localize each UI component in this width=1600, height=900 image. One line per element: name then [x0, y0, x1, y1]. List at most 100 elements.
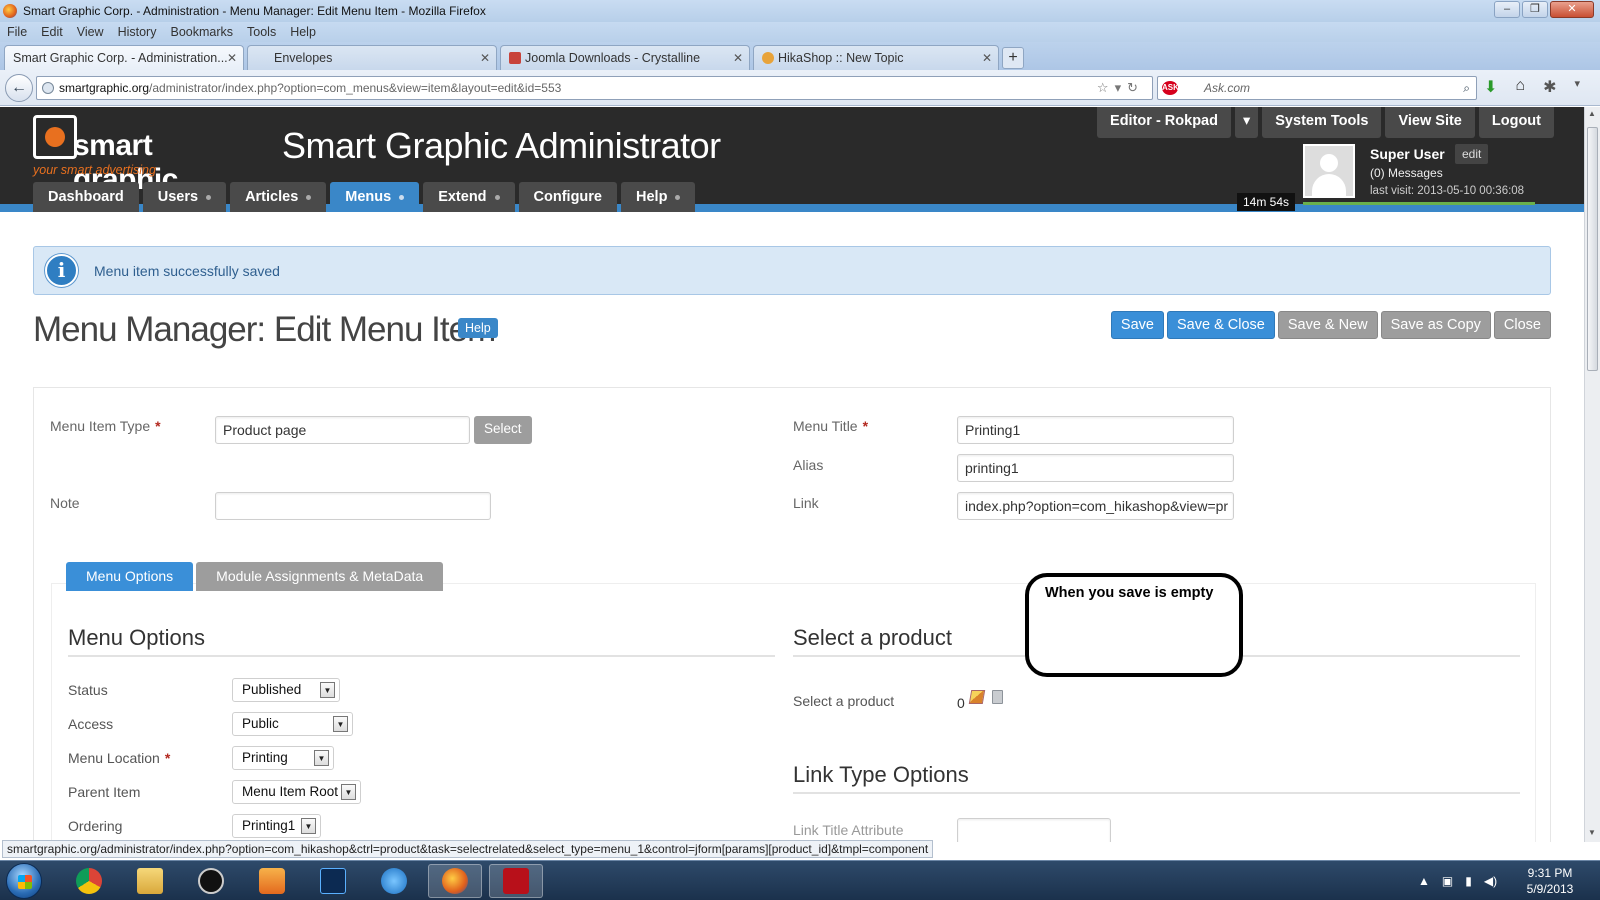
required-mark: *: [164, 750, 171, 766]
editor-dropdown-caret-icon[interactable]: ▾: [1234, 107, 1259, 138]
dropdown-arrow-icon[interactable]: ▾: [1115, 80, 1128, 95]
tray-device-icon[interactable]: ▣: [1442, 874, 1453, 888]
browser-tab-envelopes[interactable]: Envelopes ✕: [247, 45, 497, 70]
home-icon[interactable]: ⌂: [1515, 77, 1525, 97]
overflow-menu-icon[interactable]: ▾: [1574, 77, 1580, 97]
select-type-button[interactable]: Select: [474, 416, 532, 444]
trash-icon[interactable]: [992, 690, 1003, 704]
back-arrow-icon[interactable]: ←: [5, 74, 33, 102]
restore-icon[interactable]: ❐: [1522, 1, 1548, 18]
select-value: Printing: [242, 750, 288, 765]
browser-tab-joomla-downloads[interactable]: Joomla Downloads - Crystalline ✕: [500, 45, 750, 70]
scroll-down-icon[interactable]: ▼: [1588, 828, 1596, 837]
view-site-button[interactable]: View Site: [1385, 107, 1475, 138]
close-button[interactable]: Close: [1493, 311, 1551, 339]
alias-label: Alias: [793, 457, 824, 473]
link-title-attribute-label: Link Title Attribute: [793, 822, 904, 838]
browser-toolbar-icons: ⬇ ⌂ ✱ ▾: [1484, 77, 1580, 97]
avatar[interactable]: [1303, 144, 1355, 198]
menu-location-select[interactable]: Printing ▼: [232, 746, 334, 770]
nav-help[interactable]: Help: [621, 182, 696, 212]
download-icon[interactable]: ⬇: [1484, 77, 1497, 97]
tab-menu-options[interactable]: Menu Options: [66, 562, 194, 591]
save-as-copy-button[interactable]: Save as Copy: [1380, 311, 1491, 339]
url-bar[interactable]: smartgraphic.org/administrator/index.php…: [36, 76, 1153, 100]
help-badge[interactable]: Help: [458, 318, 498, 338]
menu-help[interactable]: Help: [283, 25, 323, 39]
new-tab-icon[interactable]: +: [1002, 47, 1024, 69]
menu-view[interactable]: View: [70, 25, 111, 39]
addon-icon[interactable]: ✱: [1543, 77, 1556, 97]
success-alert: i Menu item successfully saved: [33, 246, 1551, 295]
nav-menus[interactable]: Menus: [330, 182, 420, 212]
menu-item-type-field[interactable]: Product page: [215, 416, 470, 444]
minimize-icon[interactable]: –: [1494, 1, 1520, 18]
taskbar-clock[interactable]: 9:31 PM 5/9/2013: [1520, 865, 1580, 897]
save-button[interactable]: Save: [1110, 311, 1164, 339]
media-player-taskbar-icon[interactable]: [245, 864, 299, 898]
editor-rokpad-button[interactable]: Editor - Rokpad: [1097, 107, 1231, 138]
link-title-attribute-field[interactable]: [957, 818, 1111, 842]
internet-explorer-taskbar-icon[interactable]: [367, 864, 421, 898]
page-scrollbar[interactable]: ▲ ▼: [1584, 107, 1600, 842]
save-and-new-button[interactable]: Save & New: [1277, 311, 1378, 339]
reload-icon[interactable]: ↻: [1127, 80, 1144, 95]
nav-configure[interactable]: Configure: [518, 182, 617, 212]
firefox-taskbar-icon[interactable]: [428, 864, 482, 898]
volume-icon[interactable]: ◀): [1484, 874, 1497, 888]
menu-bookmarks[interactable]: Bookmarks: [163, 25, 240, 39]
hp-taskbar-icon[interactable]: [184, 864, 238, 898]
nav-users[interactable]: Users: [142, 182, 227, 212]
menu-title-field[interactable]: Printing1: [957, 416, 1234, 444]
access-select[interactable]: Public ▼: [232, 712, 353, 736]
menu-tools[interactable]: Tools: [240, 25, 283, 39]
browser-tab-admin[interactable]: Smart Graphic Corp. - Administration... …: [4, 45, 244, 70]
menu-edit[interactable]: Edit: [34, 25, 70, 39]
alias-field[interactable]: printing1: [957, 454, 1234, 482]
browser-tab-hikashop[interactable]: HikaShop :: New Topic ✕: [753, 45, 999, 70]
tab-label: Joomla Downloads - Crystalline: [525, 51, 701, 65]
messages-link[interactable]: (0) Messages: [1370, 166, 1443, 180]
nav-extend[interactable]: Extend: [423, 182, 515, 212]
tray-expand-icon[interactable]: ▲: [1418, 874, 1430, 888]
menu-title-label: Menu Title *: [793, 418, 868, 434]
nav-label: Menus: [345, 189, 392, 205]
bookmark-star-icon[interactable]: ☆: [1097, 80, 1115, 95]
status-select[interactable]: Published ▼: [232, 678, 340, 702]
tab-module-assignments[interactable]: Module Assignments & MetaData: [196, 562, 444, 591]
edit-profile-button[interactable]: edit: [1455, 144, 1489, 164]
scrollbar-thumb[interactable]: [1587, 127, 1598, 371]
note-field[interactable]: [215, 492, 491, 520]
scroll-up-icon[interactable]: ▲: [1588, 109, 1596, 118]
tab-label: Smart Graphic Corp. - Administration...: [13, 51, 228, 65]
page-viewport: smart graphic your smart advertising Sma…: [0, 107, 1584, 842]
photoshop-taskbar-icon[interactable]: [306, 864, 360, 898]
menu-file[interactable]: File: [0, 25, 34, 39]
network-icon[interactable]: ▮: [1465, 874, 1472, 888]
site-logo[interactable]: smart graphic your smart advertising: [33, 115, 263, 196]
start-button-icon[interactable]: [6, 863, 42, 899]
ordering-select[interactable]: Printing1 ▼: [232, 814, 321, 838]
tab-close-icon[interactable]: ✕: [733, 51, 743, 65]
search-bar[interactable]: ASK Ask.com ⌕: [1157, 76, 1477, 100]
explorer-taskbar-icon[interactable]: [123, 864, 177, 898]
link-type-options-heading: Link Type Options: [793, 762, 969, 787]
save-and-close-button[interactable]: Save & Close: [1166, 311, 1275, 339]
parent-item-select[interactable]: Menu Item Root ▼: [232, 780, 361, 804]
nav-dashboard[interactable]: Dashboard: [33, 182, 139, 212]
chrome-taskbar-icon[interactable]: [62, 864, 116, 898]
tab-close-icon[interactable]: ✕: [480, 51, 490, 65]
system-tools-button[interactable]: System Tools: [1262, 107, 1382, 138]
menu-history[interactable]: History: [111, 25, 164, 39]
user-name: Super User: [1370, 146, 1445, 162]
logout-button[interactable]: Logout: [1478, 107, 1554, 138]
search-icon[interactable]: ⌕: [1463, 77, 1470, 99]
link-field[interactable]: index.php?option=com_hikashop&view=pr: [957, 492, 1234, 520]
tab-close-icon[interactable]: ✕: [227, 51, 237, 65]
filezilla-taskbar-icon[interactable]: [489, 864, 543, 898]
tab-close-icon[interactable]: ✕: [982, 51, 992, 65]
ask-engine-icon[interactable]: ASK: [1162, 81, 1179, 95]
close-window-icon[interactable]: ✕: [1550, 1, 1594, 18]
edit-pencil-icon[interactable]: [968, 690, 986, 704]
nav-articles[interactable]: Articles: [230, 182, 327, 212]
